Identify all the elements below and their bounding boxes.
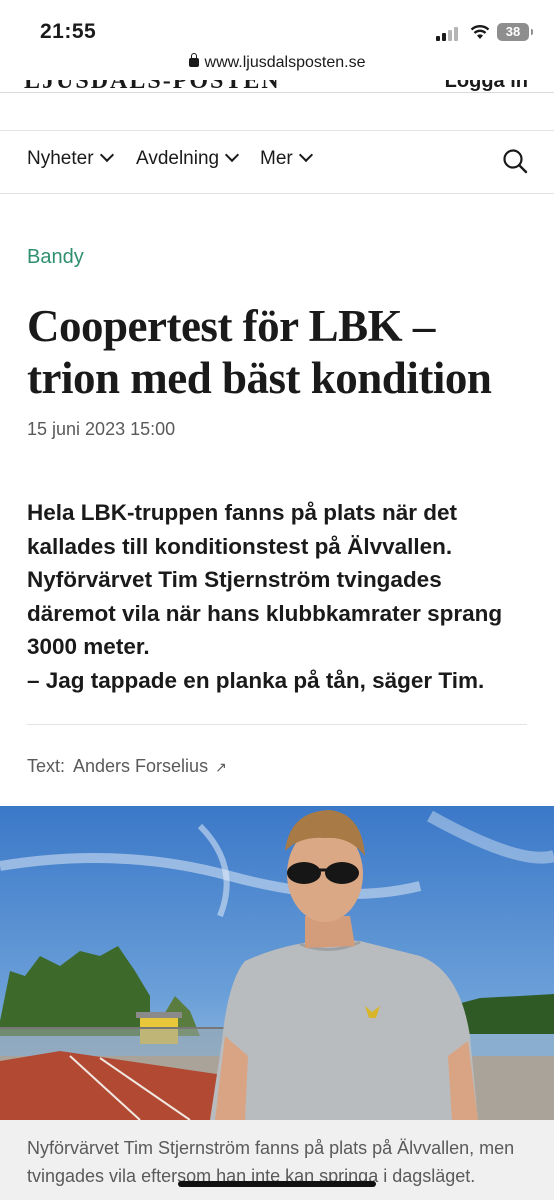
article-ingress: Hela LBK-truppen fanns på plats när det … (27, 496, 532, 697)
external-arrow-icon: ↗ (215, 759, 227, 775)
masthead: LJUSDALS-POSTEN Logga in (0, 80, 554, 93)
byline-label: Text: (27, 756, 66, 776)
caption-area: Nyförvärvet Tim Stjernström fanns på pla… (0, 1120, 554, 1200)
nav-item-label: Mer (260, 148, 293, 169)
publish-date: 15 juni 2023 15:00 (27, 419, 176, 439)
cellular-signal-icon (436, 27, 462, 41)
nav-item-nyheter[interactable]: Nyheter (27, 147, 114, 170)
login-link[interactable]: Logga in (445, 80, 528, 92)
wifi-icon (470, 25, 490, 39)
status-bar: 21:55 38 (0, 0, 554, 52)
divider (27, 724, 527, 725)
address-bar[interactable]: www.ljusdalsposten.se (0, 53, 554, 80)
clock: 21:55 (40, 20, 97, 43)
nav-item-label: Avdelning (136, 148, 220, 169)
ingress-quote: – Jag tappade en planka på tån, säger Ti… (27, 667, 485, 693)
article-category[interactable]: Bandy (27, 246, 84, 269)
article-photo[interactable] (0, 806, 554, 1120)
battery-icon: 38 (497, 23, 533, 41)
nav-item-label: Nyheter (27, 148, 94, 169)
author-link[interactable]: Anders Forselius ↗ (73, 756, 227, 776)
chevron-down-icon (298, 147, 313, 163)
nav-item-avdelning[interactable]: Avdelning (136, 147, 240, 170)
chevron-down-icon (99, 147, 114, 163)
main-nav: Nyheter Avdelning Mer (0, 130, 554, 194)
url-text: www.ljusdalsposten.se (204, 54, 366, 71)
site-logo[interactable]: LJUSDALS-POSTEN (24, 80, 281, 92)
article-headline: Coopertest för LBK – trion med bäst kond… (27, 301, 492, 403)
ingress-paragraph: Hela LBK-truppen fanns på plats när det … (27, 500, 503, 659)
byline: Text: Anders Forselius ↗ (27, 756, 227, 777)
search-icon[interactable] (502, 148, 528, 174)
home-indicator[interactable] (178, 1181, 376, 1187)
nav-item-mer[interactable]: Mer (260, 147, 313, 170)
lock-icon (188, 53, 199, 67)
author-name: Anders Forselius (73, 756, 209, 776)
chevron-down-icon (225, 147, 240, 163)
